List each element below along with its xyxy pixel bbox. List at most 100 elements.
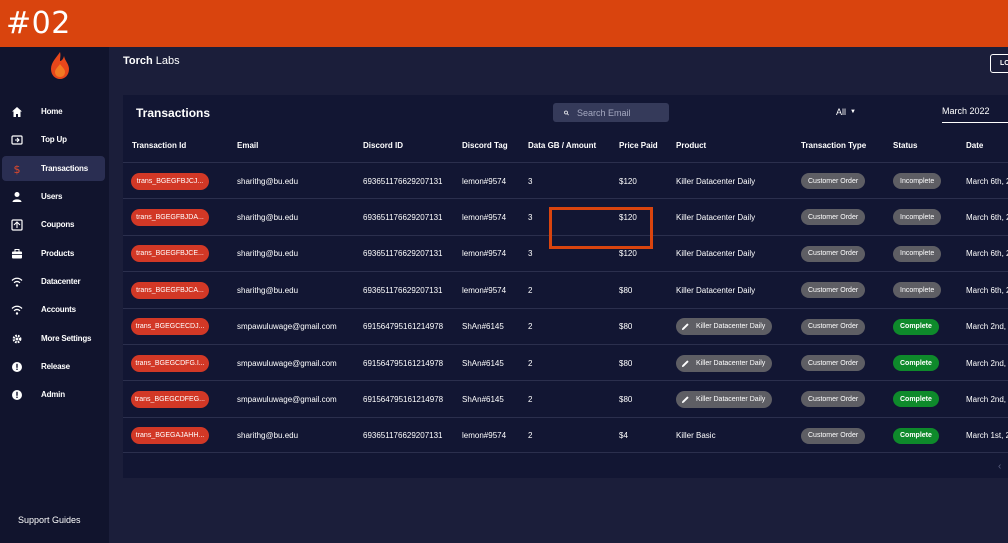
transaction-id-pill[interactable]: trans_BGEGFBJCA... [131,281,209,299]
step-label: #02 [6,6,71,41]
table-row[interactable]: trans_BGEGCDFG.I... smpawuluwage@gmail.co… [123,344,1008,381]
sidebar-item-release[interactable]: Release [2,354,105,379]
col-email-header[interactable]: Email [237,141,258,150]
col-status-cell: Complete [893,418,939,454]
sidebar-item-accounts[interactable]: Accounts [2,297,105,322]
discord-id-cell: 691564795161214978 [363,394,444,404]
amount-cell: 2 [528,285,533,295]
sidebar-item-label: More Settings [41,334,92,343]
sidebar-item-coupons[interactable]: Coupons [2,212,105,237]
filter-select[interactable]: All ▼ [836,107,856,117]
col-transaction-type-header[interactable]: Transaction Type [801,141,866,150]
transaction-id-pill[interactable]: trans_BGEGCDFEG... [131,390,209,408]
product-label: Killer Datacenter Daily [696,395,766,403]
edit-product-button[interactable]: Killer Datacenter Daily [676,390,773,408]
status-badge: Incomplete [893,209,942,226]
col-discord-tag-cell: ShAn#6145 [462,381,504,417]
filter-value: All [836,107,847,117]
alert-icon [11,361,23,373]
col-transaction-id-header[interactable]: Transaction Id [132,141,186,150]
transactions-panel: Transactions All ▼ March 2022 Transactio… [123,95,1008,478]
edit-product-button[interactable]: Killer Datacenter Daily [676,354,773,372]
sidebar-item-more-settings[interactable]: More Settings [2,326,105,351]
col-price-paid-header[interactable]: Price Paid [619,141,658,150]
sidebar-item-datacenter[interactable]: Datacenter [2,269,105,294]
table-row[interactable]: trans_BGEGFBJCA... sharithg@bu.edu 6936511… [123,271,1008,308]
discord-id-cell: 693651176629207131 [363,431,443,441]
table-row[interactable]: trans_BGEGAJAHH... sharithg@bu.edu 6936511… [123,416,1008,454]
wifi-icon [11,304,23,316]
col-date-cell: March 6th, 2 [966,163,1008,199]
transaction-id-pill[interactable]: trans_BGEGFBJCJ... [131,172,209,190]
table-row[interactable]: trans_BGEGCDFEG... smpawuluwage@gmail.com… [123,380,1008,417]
transaction-id-pill[interactable]: trans_BGEGFBJCE... [131,245,209,263]
table-row[interactable]: trans_BGEGCECDJ... smpawuluwage@gmail.com… [123,307,1008,345]
col-date-cell: March 2nd, 2 [966,381,1008,417]
product-cell: Killer Datacenter Daily [676,285,756,295]
col-status-cell: Incomplete [893,272,942,308]
transaction-id-pill[interactable]: trans_BGEGFBJDA... [131,208,209,226]
col-transaction-id-cell: trans_BGEGFBJCA... [131,272,209,308]
date-cell: March 6th, 2 [966,176,1008,186]
col-status-header[interactable]: Status [893,141,917,150]
pencil-icon [681,359,689,367]
support-guides-link[interactable]: Support Guides [18,515,81,525]
transaction-type-badge: Customer Order [801,355,866,371]
edit-product-button[interactable]: Killer Datacenter Daily [676,318,773,336]
date-cell: March 6th, 2 [966,285,1008,295]
transaction-id-pill[interactable]: trans_BGEGCDFG.I... [131,354,209,372]
home-icon [11,106,23,118]
transaction-id-pill[interactable]: trans_BGEGAJAHH... [131,427,209,445]
transaction-id-pill[interactable]: trans_BGEGCECDJ... [131,318,209,336]
price-cell: $120 [619,176,637,186]
wifi-icon [11,276,23,288]
col-price-paid-cell: $80 [619,272,632,308]
sidebar-item-home[interactable]: Home [2,99,105,124]
search-input[interactable] [575,106,669,119]
status-badge: Complete [893,355,939,371]
pencil-icon [681,396,689,403]
date-cell: March 1st, 2 [966,431,1008,441]
col-data-amount-cell: 2 [528,381,532,417]
sidebar-item-transactions[interactable]: $ Transactions [2,156,105,181]
amount-cell: 3 [528,212,533,222]
table-row[interactable]: trans_BGEGFBJCJ... sharithg@bu.edu 6936511… [123,162,1008,199]
col-data-amount-cell: 3 [528,199,532,235]
discord-tag-cell: lemon#9574 [462,431,507,441]
sidebar-item-label: Products [41,249,75,258]
transaction-type-badge: Customer Order [801,318,866,335]
col-discord-tag-cell: lemon#9574 [462,199,506,235]
logout-button[interactable]: LO [990,54,1008,73]
col-product-header[interactable]: Product [676,141,706,150]
sidebar: Home Top Up $ Transactions Users Coupons Produ… [0,47,109,543]
sidebar-item-top-up[interactable]: Top Up [2,127,105,152]
discord-tag-cell: ShAn#6145 [462,358,504,368]
col-discord-id-header[interactable]: Discord ID [363,141,403,150]
col-email-cell: sharithg@bu.edu [237,199,298,235]
status-badge: Complete [893,391,939,408]
status-badge: Incomplete [893,282,942,299]
month-select[interactable]: March 2022 [942,106,1008,123]
sidebar-item-admin[interactable]: Admin [2,382,105,407]
email-cell: sharithg@bu.edu [237,176,299,186]
discord-id-cell: 693651176629207131 [363,249,443,259]
transaction-type-badge: Customer Order [801,427,866,444]
email-cell: sharithg@bu.edu [237,431,299,441]
table-bottom-divider [123,452,1008,453]
col-transaction-id-cell: trans_BGEGCDFG.I... [131,345,209,381]
search-box[interactable] [553,103,669,122]
transaction-type-badge: Customer Order [801,209,866,226]
col-date-header[interactable]: Date [966,141,983,150]
col-transaction-type-cell: Customer Order [801,418,866,454]
pagination-prev-icon[interactable]: ‹ [998,461,1001,472]
col-discord-id-cell: 693651176629207131 [363,236,443,272]
sidebar-item-label: Home [41,107,63,116]
sidebar-item-users[interactable]: Users [2,184,105,209]
col-data-amount-header[interactable]: Data GB / Amount [528,141,596,150]
amount-cell: 3 [528,176,533,186]
col-email-cell: sharithg@bu.edu [237,236,298,272]
col-discord-tag-header[interactable]: Discord Tag [462,141,508,150]
col-price-paid-cell: $80 [619,381,632,417]
product-cell: Killer Basic [676,431,716,441]
sidebar-item-products[interactable]: Products [2,241,105,266]
